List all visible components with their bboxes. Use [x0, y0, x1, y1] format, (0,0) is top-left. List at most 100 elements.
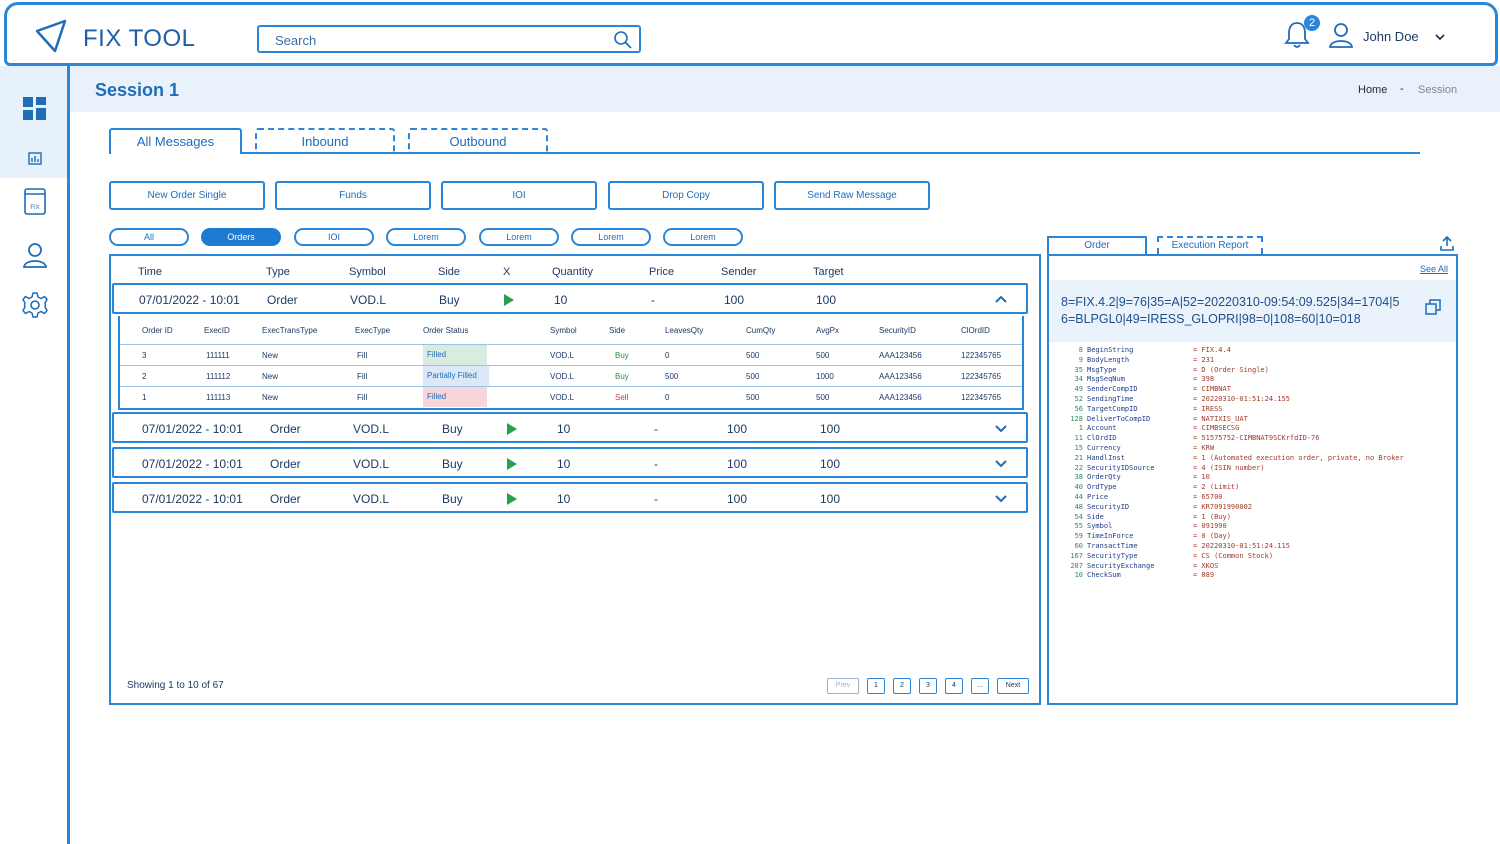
user-profile-icon[interactable] [20, 240, 50, 270]
table-row[interactable]: 07/01/2022 - 10:01 Order VOD.L Buy 10 - … [112, 447, 1028, 478]
fix-field-name: Currency [1087, 443, 1121, 452]
fix-field-row: 40 OrdType = 2 (Limit) [1059, 483, 1404, 493]
filter-lorem-2[interactable]: Lorem [479, 228, 559, 246]
play-icon[interactable] [507, 423, 517, 435]
fix-field-tag: 54 [1074, 512, 1083, 521]
tab-all-messages[interactable]: All Messages [109, 128, 242, 154]
filter-all[interactable]: All [109, 228, 189, 246]
fix-field-value: = 10 [1193, 473, 1210, 482]
play-icon[interactable] [504, 294, 514, 306]
tab-inbound[interactable]: Inbound [255, 128, 395, 154]
fix-icon[interactable]: FIX [20, 186, 50, 216]
play-icon[interactable] [507, 493, 517, 505]
pagination-page-4[interactable]: 4 [945, 678, 963, 694]
fix-field-tag: 55 [1074, 522, 1083, 531]
send-raw-message-button[interactable]: Send Raw Message [774, 181, 930, 210]
sub-cell-exectype: Fill [357, 393, 368, 402]
cell-time: 07/01/2022 - 10:01 [142, 492, 243, 506]
sub-table-row[interactable]: 3 111111 New Fill Filled VOD.L Buy 0 500… [120, 344, 1022, 365]
pagination-ellipsis[interactable]: ... [971, 678, 989, 694]
gear-icon[interactable] [20, 290, 50, 320]
ioi-button[interactable]: IOI [441, 181, 597, 210]
upload-icon[interactable] [1440, 235, 1454, 251]
breadcrumb-home[interactable]: Home [1358, 84, 1387, 96]
chart-icon[interactable] [20, 144, 50, 174]
sub-cell-side: Buy [615, 351, 629, 360]
sub-cell-symbol: VOD.L [550, 351, 575, 360]
fix-field-tag: 167 [1070, 551, 1083, 560]
sub-cell-securityid: AAA123456 [879, 351, 922, 360]
pagination-page-3[interactable]: 3 [919, 678, 937, 694]
chevron-down-icon[interactable] [994, 458, 1008, 468]
fix-field-tag: 8 [1078, 346, 1083, 354]
sub-table-row[interactable]: 1 111113 New Fill Filled VOD.L Sell 0 50… [120, 386, 1022, 407]
sub-cell-avgpx: 1000 [816, 372, 834, 381]
sub-header-leavesqty: LeavesQty [665, 326, 704, 335]
cell-symbol: VOD.L [350, 293, 387, 307]
fix-field-tag: 15 [1074, 443, 1083, 452]
sub-header-avgpx: AvgPx [816, 326, 839, 335]
raw-message-box: 8=FIX.4.2|9=76|35=A|52=20220310-09:54:09… [1049, 280, 1456, 342]
play-icon[interactable] [507, 458, 517, 470]
sub-header-securityid: SecurityID [879, 326, 916, 335]
sub-cell-execid: 111111 [206, 351, 230, 360]
chevron-up-icon[interactable] [994, 294, 1008, 304]
fix-field-tag: 207 [1070, 561, 1083, 570]
chevron-down-icon[interactable] [1433, 31, 1447, 43]
tab-order[interactable]: Order [1047, 236, 1147, 254]
drop-copy-button[interactable]: Drop Copy [608, 181, 764, 210]
table-row[interactable]: 07/01/2022 - 10:01 Order VOD.L Buy 10 - … [112, 412, 1028, 443]
sub-cell-exectype: Fill [357, 351, 368, 360]
sub-header-symbol: Symbol [550, 326, 577, 335]
fix-field-name: TransactTime [1087, 541, 1138, 550]
breadcrumb-separator: - [1400, 83, 1404, 95]
funds-button[interactable]: Funds [275, 181, 431, 210]
cell-type: Order [270, 457, 301, 471]
chevron-down-icon[interactable] [994, 423, 1008, 433]
search-icon[interactable] [613, 30, 633, 50]
fix-field-value: = FIX.4.4 [1193, 346, 1231, 354]
tab-execution-report[interactable]: Execution Report [1157, 236, 1263, 254]
filter-lorem-4[interactable]: Lorem [663, 228, 743, 246]
pagination-prev-button[interactable]: Prev [827, 678, 859, 694]
new-order-single-button[interactable]: New Order Single [109, 181, 265, 210]
fix-field-row: 60 TransactTime = 20220310-01:51:24.115 [1059, 542, 1404, 552]
filter-lorem-1[interactable]: Lorem [386, 228, 466, 246]
tab-outbound[interactable]: Outbound [408, 128, 548, 154]
filter-ioi[interactable]: IOI [294, 228, 374, 246]
sidebar: FIX [0, 66, 70, 844]
chevron-down-icon[interactable] [994, 493, 1008, 503]
table-row[interactable]: 07/01/2022 - 10:01 Order VOD.L Buy 10 - … [112, 482, 1028, 513]
search-input[interactable]: Search [257, 25, 641, 53]
cell-side: Buy [442, 457, 463, 471]
sub-cell-order-id: 3 [142, 351, 147, 360]
cell-time: 07/01/2022 - 10:01 [139, 293, 240, 307]
cell-type: Order [270, 422, 301, 436]
sub-cell-exectranstype: New [262, 393, 279, 402]
sub-table-row[interactable]: 2 111112 New Fill Partially Filled VOD.L… [120, 365, 1022, 386]
status-badge-filled: Filled [423, 387, 487, 407]
cell-sender: 100 [727, 422, 748, 436]
execution-subtable: Order ID ExecID ExecTransType ExecType O… [118, 316, 1024, 410]
fix-field-value: = 0 (Day) [1193, 532, 1231, 541]
user-name[interactable]: John Doe [1363, 29, 1419, 44]
pagination-page-1[interactable]: 1 [867, 678, 885, 694]
see-all-link[interactable]: See All [1420, 264, 1448, 274]
cell-symbol: VOD.L [353, 457, 390, 471]
dashboard-icon[interactable] [20, 94, 50, 124]
sub-cell-clordid: 122345765 [961, 372, 1002, 381]
session-bar: Session 1 Home - Session [70, 66, 1500, 112]
cell-side: Buy [439, 293, 460, 307]
sub-cell-symbol: VOD.L [550, 393, 575, 402]
notification-badge: 2 [1304, 15, 1320, 31]
pagination-next-button[interactable]: Next [997, 678, 1029, 694]
filter-orders[interactable]: Orders [201, 228, 281, 246]
pagination-page-2[interactable]: 2 [893, 678, 911, 694]
fix-field-value: = 2 (Limit) [1193, 483, 1240, 492]
sub-cell-clordid: 122345765 [961, 393, 1002, 402]
copy-icon[interactable] [1424, 298, 1442, 316]
table-row[interactable]: 07/01/2022 - 10:01 Order VOD.L Buy 10 - … [112, 283, 1028, 314]
filter-lorem-3[interactable]: Lorem [571, 228, 651, 246]
user-icon[interactable] [1327, 21, 1355, 49]
fix-field-tag: 22 [1074, 463, 1083, 472]
